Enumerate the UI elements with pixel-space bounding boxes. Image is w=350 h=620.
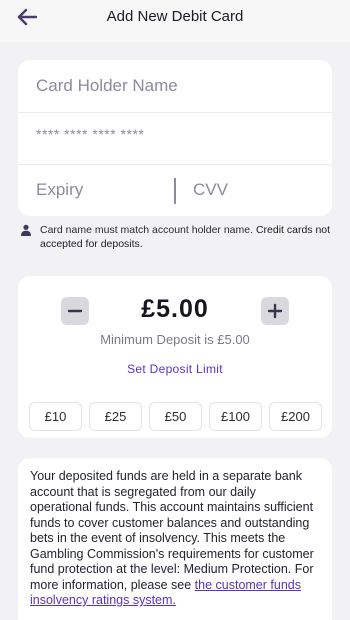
divider — [18, 164, 332, 165]
cvv-input[interactable]: CVV — [193, 180, 228, 200]
card-details-form: Card Holder Name **** **** **** **** Exp… — [18, 60, 332, 216]
card-holder-name-input[interactable]: Card Holder Name — [36, 76, 178, 96]
expiry-input[interactable]: Expiry — [36, 180, 83, 200]
page-title: Add New Debit Card — [106, 8, 244, 25]
funds-protection-info: Your deposited funds are held in a separ… — [18, 458, 332, 620]
quick-amount-button[interactable]: £100 — [209, 402, 262, 431]
quick-amount-button[interactable]: £10 — [29, 402, 82, 431]
note-text: Card name must match account holder name… — [20, 223, 332, 251]
field-separator — [174, 178, 176, 204]
minimum-deposit-text: Minimum Deposit is £5.00 — [100, 332, 250, 347]
person-icon — [21, 224, 31, 236]
set-deposit-limit-link[interactable]: Set Deposit Limit — [18, 362, 332, 376]
divider — [18, 112, 332, 113]
card-name-note: Card name must match account holder name… — [20, 223, 332, 251]
plus-icon — [267, 303, 283, 319]
note-regular: Card name must match account holder name… — [40, 224, 256, 236]
quick-amount-button[interactable]: £25 — [89, 402, 142, 431]
card-number-input[interactable]: **** **** **** **** — [36, 126, 144, 142]
info-text: Your deposited funds are held in a separ… — [30, 469, 314, 592]
increase-amount-button[interactable] — [261, 297, 289, 325]
top-bar: Add New Debit Card — [0, 0, 350, 42]
quick-amount-button[interactable]: £50 — [149, 402, 202, 431]
quick-amounts: £10 £25 £50 £100 £200 — [29, 402, 323, 432]
quick-amount-button[interactable]: £200 — [269, 402, 322, 431]
deposit-amount-card: £5.00 Minimum Deposit is £5.00 Set Depos… — [18, 276, 332, 438]
